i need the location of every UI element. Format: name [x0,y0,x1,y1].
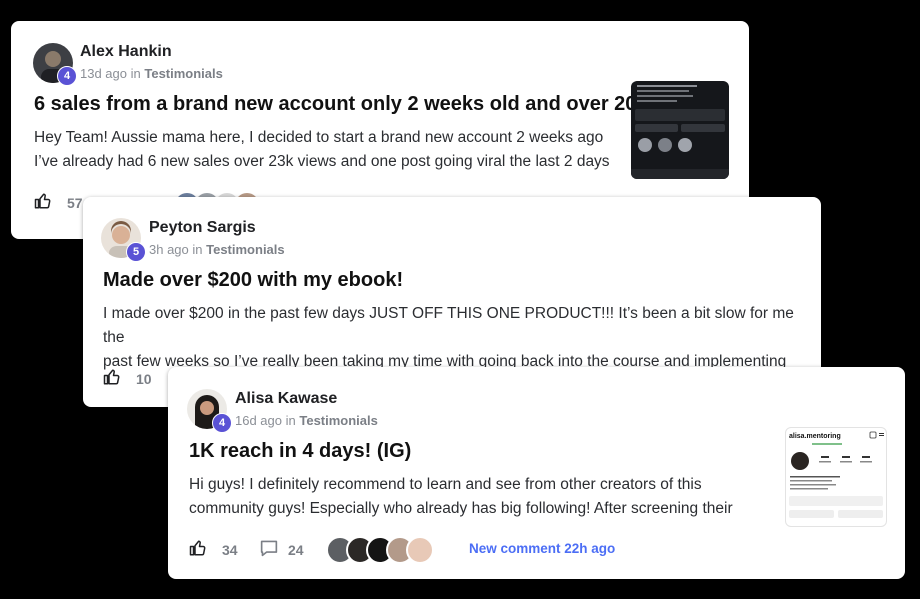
post-thumbnail[interactable]: alisa.mentoring [785,427,887,527]
post-body: Hi guys! I definitely recommend to learn… [189,473,769,521]
new-comment-link[interactable]: New comment 22h ago [469,541,615,556]
body-line: community guys! Especially who already h… [189,500,733,517]
thumbs-up-icon [34,192,52,213]
like-count: 34 [222,541,238,558]
body-line: Hey Team! Aussie mama here, I decided to… [34,129,604,146]
post-body: I made over $200 in the past few days JU… [103,302,813,374]
post-meta: 13d ago in Testimonials [80,66,223,81]
body-line: I’ve already had 6 new sales over 23k vi… [34,153,610,170]
body-line: I made over $200 in the past few days JU… [103,305,794,346]
comment-button[interactable]: 24 [259,539,304,560]
post-title[interactable]: 6 sales from a brand new account only 2 … [34,93,670,116]
thumbs-up-icon [189,539,207,560]
post-title[interactable]: 1K reach in 4 days! (IG) [189,440,411,463]
body-line: Hi guys! I definitely recommend to learn… [189,476,702,493]
category-link[interactable]: Testimonials [144,66,223,81]
level-badge: 4 [212,413,232,433]
author-name[interactable]: Alex Hankin [80,43,172,61]
author-name[interactable]: Alisa Kawase [235,390,337,408]
category-link[interactable]: Testimonials [299,413,378,428]
like-count: 57 [67,194,83,211]
post-age: 3h ago in [149,242,203,257]
like-button[interactable]: 10 [103,368,152,389]
post-age: 16d ago in [235,413,296,428]
post-meta: 3h ago in Testimonials [149,242,285,257]
like-button[interactable]: 34 [189,539,238,560]
author-name[interactable]: Peyton Sargis [149,219,256,237]
thumbs-up-icon [103,368,121,389]
post-card-3[interactable]: 4 Alisa Kawase 16d ago in Testimonials 1… [168,367,905,579]
post-title[interactable]: Made over $200 with my ebook! [103,269,403,292]
comment-count: 24 [288,541,304,558]
post-thumbnail[interactable] [631,81,729,179]
like-count: 10 [136,370,152,387]
category-link[interactable]: Testimonials [206,242,285,257]
post-body: Hey Team! Aussie mama here, I decided to… [34,126,614,174]
post-meta: 16d ago in Testimonials [235,413,378,428]
thumb-handle: alisa.mentoring [789,433,841,440]
post-age: 13d ago in [80,66,141,81]
commenter-avatars [326,536,434,564]
level-badge: 5 [126,242,146,262]
level-badge: 4 [57,66,77,86]
comment-icon [259,539,279,560]
like-button[interactable]: 57 [34,192,83,213]
avatar [406,536,434,564]
